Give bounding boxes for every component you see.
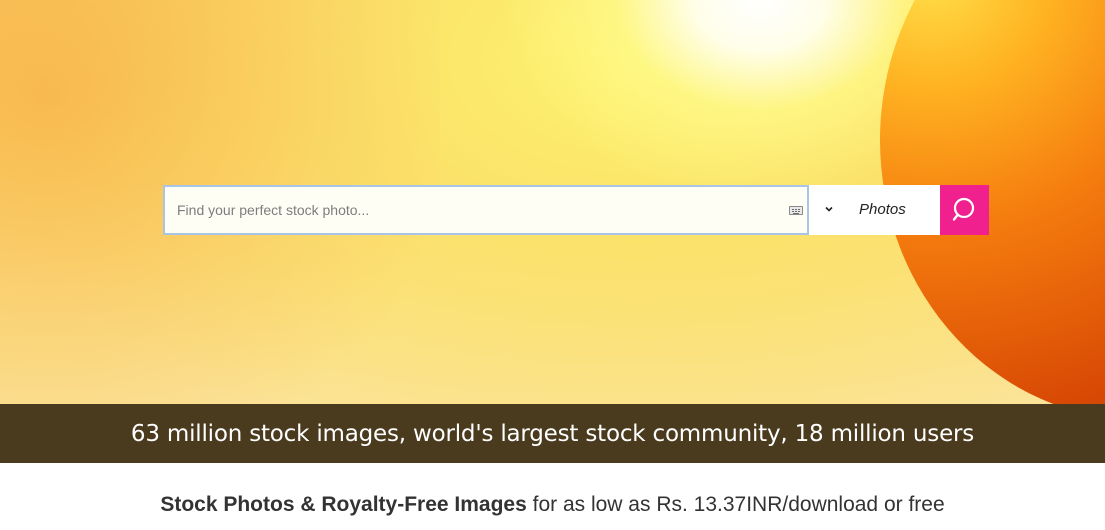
tagline-heading: Stock Photos & Royalty-Free Images: [160, 493, 527, 516]
search-button[interactable]: [940, 185, 989, 235]
stats-text: 63 million stock images, world's largest…: [130, 420, 975, 447]
chevron-down-icon: [825, 206, 833, 212]
image-type-label: Photos: [859, 201, 906, 218]
hero-background: Photos: [0, 0, 1105, 404]
tagline: Stock Photos & Royalty-Free Images for a…: [0, 493, 1105, 517]
tagline-price-text: for as low as Rs. 13.37INR/download or f…: [532, 493, 945, 516]
search-bar: Photos: [163, 185, 989, 235]
search-icon: [952, 197, 974, 221]
search-input[interactable]: [177, 187, 777, 233]
image-type-select[interactable]: Photos: [809, 185, 940, 235]
stats-banner: 63 million stock images, world's largest…: [0, 404, 1105, 463]
keyboard-icon[interactable]: [789, 206, 803, 215]
search-field: [163, 185, 809, 235]
